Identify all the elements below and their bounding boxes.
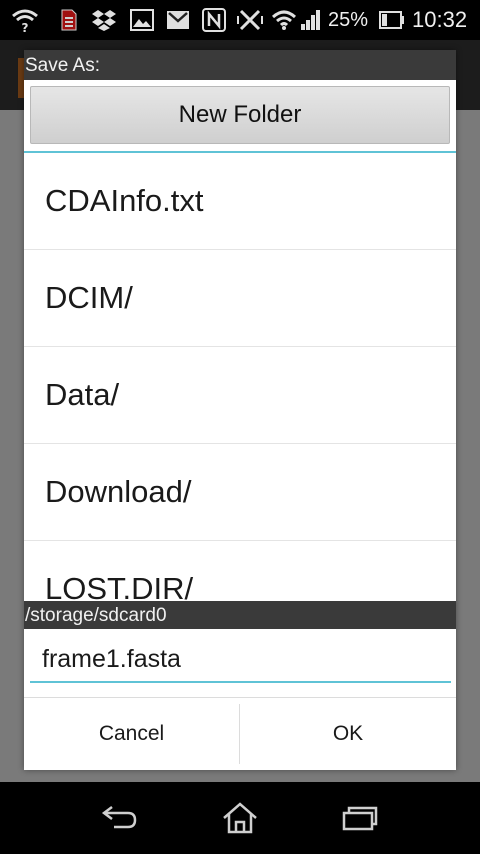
- list-item[interactable]: DCIM/: [24, 250, 456, 347]
- dropbox-icon: [90, 0, 118, 40]
- list-item[interactable]: CDAInfo.txt: [24, 153, 456, 250]
- nfc-icon: [200, 0, 228, 40]
- signal-icon: [298, 0, 324, 40]
- vibrate-off-icon: [236, 0, 264, 40]
- sim-icon: [58, 0, 80, 40]
- wifi-question-icon: ?: [10, 0, 40, 40]
- battery-icon: [378, 0, 406, 40]
- cancel-button[interactable]: Cancel: [24, 698, 239, 770]
- file-list[interactable]: CDAInfo.txt DCIM/ Data/ Download/ LOST.D…: [24, 153, 456, 601]
- save-as-dialog: Save As: New Folder CDAInfo.txt DCIM/ Da…: [24, 50, 456, 770]
- dialog-button-row: Cancel OK: [24, 697, 456, 770]
- back-icon[interactable]: [80, 782, 160, 854]
- status-bar: ? 25% 10:32: [0, 0, 480, 40]
- battery-percent: 25%: [328, 9, 369, 31]
- recent-apps-icon[interactable]: [320, 782, 400, 854]
- ok-button[interactable]: OK: [240, 698, 456, 770]
- clock: 10:32: [412, 7, 468, 32]
- svg-text:?: ?: [22, 21, 29, 33]
- list-item[interactable]: Download/: [24, 444, 456, 541]
- gmail-icon: [164, 0, 192, 40]
- gallery-icon: [128, 0, 156, 40]
- filename-area: [24, 629, 456, 697]
- list-item[interactable]: Data/: [24, 347, 456, 444]
- navigation-bar: [0, 782, 480, 854]
- home-icon[interactable]: [200, 782, 280, 854]
- dialog-title: Save As:: [24, 50, 456, 80]
- filename-input[interactable]: [30, 637, 451, 683]
- list-item[interactable]: LOST.DIR/: [24, 541, 456, 601]
- wifi-icon: [270, 0, 298, 40]
- current-path: /storage/sdcard0: [24, 601, 456, 629]
- new-folder-button[interactable]: New Folder: [30, 86, 450, 144]
